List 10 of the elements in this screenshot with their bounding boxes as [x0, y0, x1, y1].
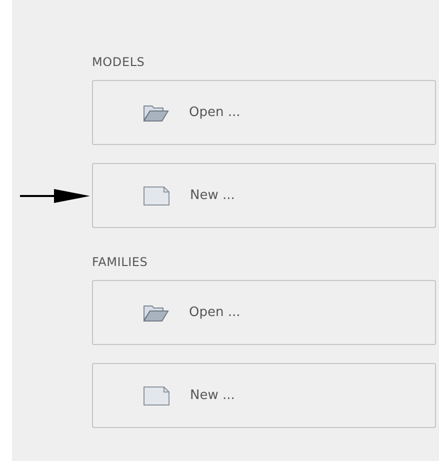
- document-icon: [143, 386, 170, 406]
- section-heading: FAMILIES: [92, 254, 149, 271]
- folder-icon: [143, 304, 169, 322]
- new-button[interactable]: New ...: [92, 163, 436, 228]
- new-button[interactable]: New ...: [92, 363, 436, 428]
- open-button[interactable]: Open ...: [92, 280, 436, 345]
- document-icon: [143, 186, 170, 206]
- folder-icon: [143, 104, 169, 122]
- section-heading: MODELS: [92, 54, 146, 71]
- open-button[interactable]: Open ...: [92, 80, 436, 145]
